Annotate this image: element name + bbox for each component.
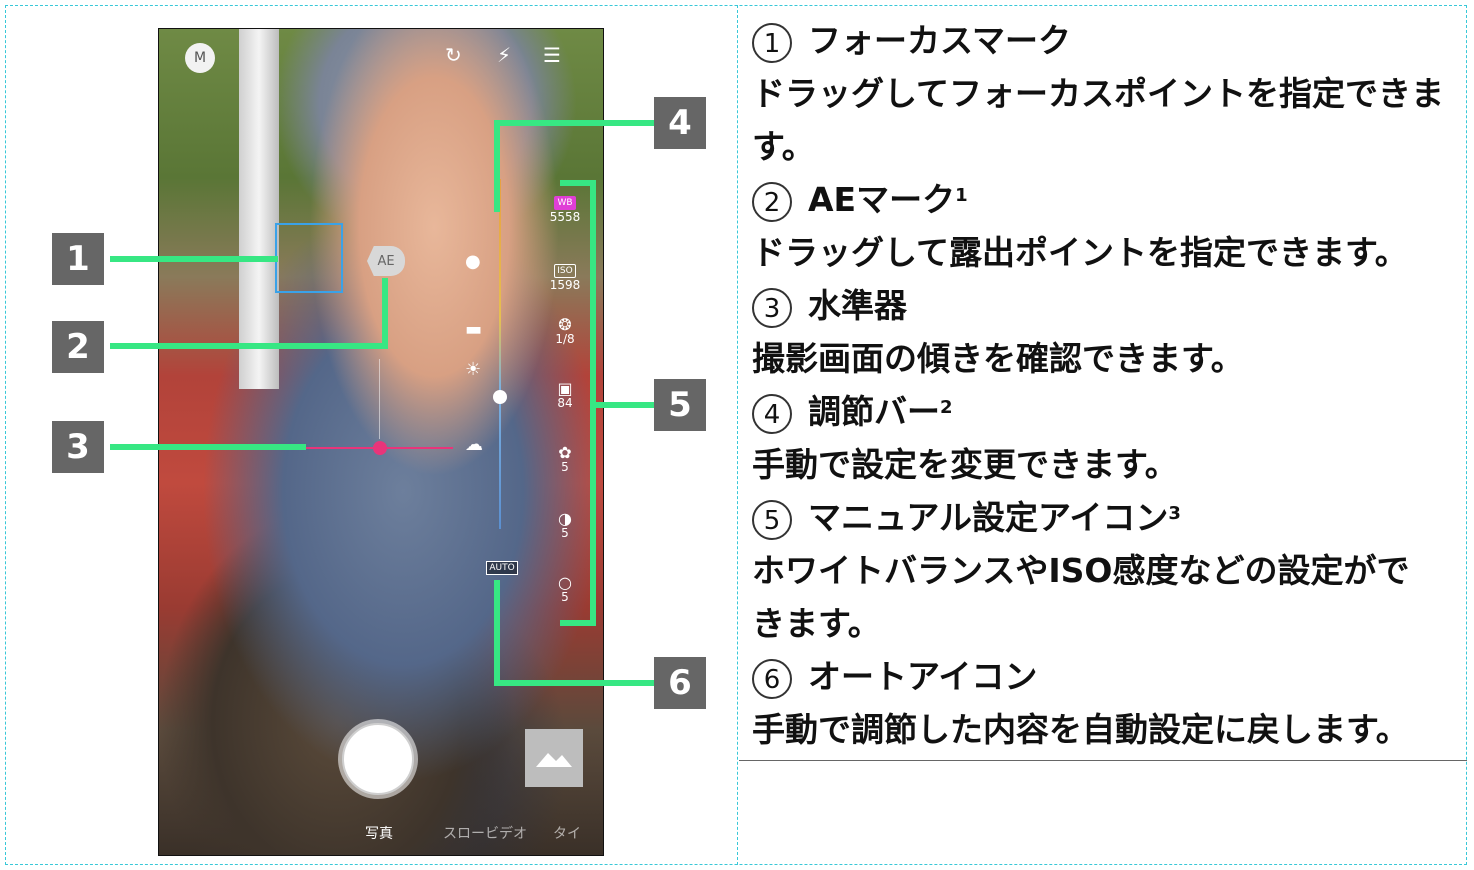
switch-camera-icon[interactable]: ↻ — [445, 43, 462, 67]
image-icon — [536, 753, 572, 767]
callout-line-6-vertical — [494, 580, 500, 686]
desc-2-heading: 2 AEマーク1 — [752, 173, 1460, 226]
desc-1-title: フォーカスマーク — [808, 21, 1072, 60]
callout-number-4: 4 — [654, 97, 706, 149]
color-setting[interactable]: ✿ 5 — [539, 443, 591, 475]
sharpness-icon: ○ — [558, 573, 572, 592]
flash-auto-icon[interactable]: ⚡ — [497, 43, 511, 67]
level-vertical-guide — [379, 359, 380, 439]
desc-1-heading: 1 フォーカスマーク — [752, 14, 1460, 67]
adjustment-bar-knob[interactable] — [493, 390, 507, 404]
desc-3-heading: 3 水準器 — [752, 279, 1460, 332]
desc-4-heading: 4 調節バー2 — [752, 385, 1460, 438]
desc-5-text-line1: ホワイトバランスやISO感度などの設定がで — [752, 551, 1410, 590]
row-divider — [739, 760, 1467, 761]
desc-6-heading: 6 オートアイコン — [752, 650, 1460, 703]
bulb-icon: ● — [465, 251, 481, 272]
callout-number-2: 2 — [52, 321, 104, 373]
aperture-icon: ❂ — [558, 315, 572, 334]
desc-3-text-line1: 撮影画面の傾きを確認できます。 — [752, 339, 1244, 378]
sharpness-setting[interactable]: ○ 5 — [539, 573, 591, 605]
desc-4-footnote: 2 — [940, 397, 953, 418]
desc-5-heading: 5 マニュアル設定アイコン3 — [752, 491, 1460, 544]
shutter-button[interactable] — [342, 723, 414, 795]
contrast-icon: ◑ — [558, 509, 572, 528]
circled-number-4: 4 — [752, 393, 792, 434]
focus-mark[interactable] — [275, 223, 343, 293]
callout-line-2-vertical — [382, 278, 388, 349]
mode-button[interactable]: M — [185, 43, 215, 73]
iso-value: 1598 — [549, 278, 581, 292]
description-panel: 1 フォーカスマーク ドラッグしてフォーカスポイントを指定できま す。 2 AEマー… — [752, 14, 1460, 756]
callout-number-3: 3 — [52, 421, 104, 473]
focus-bracket-icon: ▣ — [557, 379, 573, 398]
circled-number-5: 5 — [752, 499, 792, 540]
level-dot — [373, 441, 387, 455]
desc-4-text-line1: 手動で設定を変更できます。 — [752, 445, 1178, 484]
contrast-setting[interactable]: ◑ 5 — [539, 509, 591, 541]
callout-bracket-bottom — [560, 620, 596, 626]
white-balance-setting[interactable]: WB 5558 — [539, 194, 591, 224]
iso-setting[interactable]: ISO 1598 — [539, 262, 591, 292]
fluorescent-icon: ▬ — [465, 319, 483, 340]
gallery-thumbnail[interactable] — [525, 729, 583, 787]
contrast-value: 5 — [561, 526, 569, 540]
callout-line-1 — [110, 256, 278, 262]
desc-3-title: 水準器 — [808, 286, 907, 325]
callout-number-1: 1 — [52, 233, 104, 285]
callout-line-3 — [110, 444, 306, 450]
ae-mark[interactable]: AE — [367, 246, 405, 276]
color-value: 5 — [561, 460, 569, 474]
callout-line-4-vertical — [494, 120, 500, 212]
callout-line-4 — [494, 120, 654, 126]
tab-timelapse[interactable]: タイ — [553, 823, 581, 843]
column-divider — [737, 5, 738, 865]
cloud-icon: ☁ — [465, 434, 483, 455]
tab-slow-video[interactable]: スロービデオ — [443, 823, 527, 843]
settings-sliders-icon[interactable]: ☰ — [543, 43, 561, 67]
sharpness-value: 5 — [561, 590, 569, 604]
desc-5-text-line2: きます。 — [752, 604, 881, 643]
circled-number-3: 3 — [752, 287, 792, 328]
desc-6-title: オートアイコン — [808, 657, 1038, 696]
shutter-speed-value: 1/8 — [555, 332, 575, 346]
desc-1-text-line2: す。 — [752, 127, 815, 166]
iso-icon: ISO — [554, 264, 576, 278]
sun-icon: ☀ — [465, 359, 482, 380]
white-balance-value: 5558 — [549, 210, 581, 224]
desc-5-footnote: 3 — [1168, 503, 1181, 524]
desc-2-footnote: 1 — [955, 185, 968, 206]
desc-5-title: マニュアル設定アイコン — [808, 498, 1169, 537]
desc-1-text-line1: ドラッグしてフォーカスポイントを指定できま — [752, 74, 1445, 113]
white-balance-icon: WB — [554, 196, 576, 210]
desc-4-title: 調節バー — [808, 392, 940, 431]
desc-2-title: AEマーク — [808, 180, 956, 219]
camera-screen: M ↻ ⚡ ☰ AE ● ▬ ☀ ☁ WB 5558 ISO 1598 ❂ 1/… — [158, 28, 604, 856]
preview-pole — [239, 29, 279, 389]
callout-number-6: 6 — [654, 657, 706, 709]
callout-number-5: 5 — [654, 379, 706, 431]
callout-line-2 — [110, 343, 386, 349]
focus-value: 84 — [557, 396, 573, 410]
circled-number-6: 6 — [752, 658, 792, 699]
callout-line-5 — [590, 402, 654, 408]
callout-line-6 — [494, 680, 654, 686]
auto-button[interactable]: AUTO — [486, 561, 518, 575]
desc-2-text-line1: ドラッグして露出ポイントを指定できます。 — [752, 233, 1408, 272]
adjustment-bar[interactable] — [499, 179, 501, 529]
shutter-speed-setting[interactable]: ❂ 1/8 — [539, 315, 591, 347]
desc-6-text-line1: 手動で調節した内容を自動設定に戻します。 — [752, 710, 1409, 749]
palette-icon: ✿ — [558, 443, 572, 462]
focus-setting[interactable]: ▣ 84 — [539, 379, 591, 411]
circled-number-1: 1 — [752, 22, 792, 63]
circled-number-2: 2 — [752, 181, 792, 222]
tab-photo[interactable]: 写真 — [365, 823, 393, 843]
